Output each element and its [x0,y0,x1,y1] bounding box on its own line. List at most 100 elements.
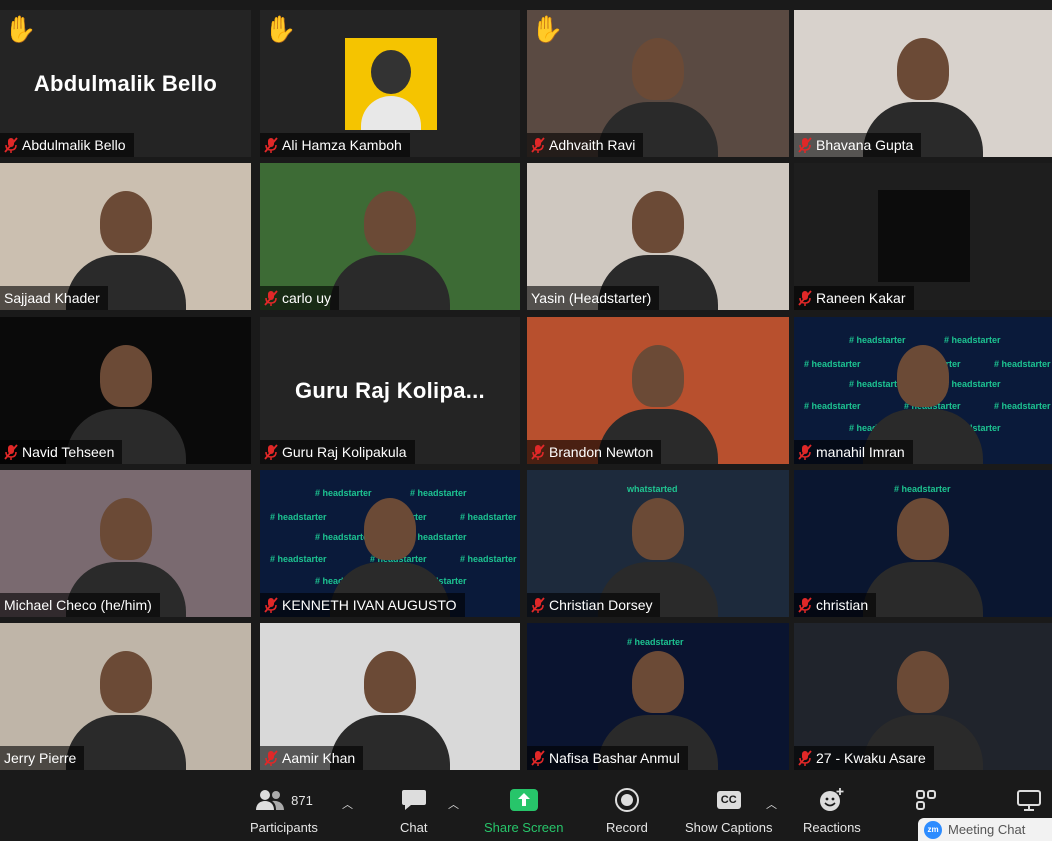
background-text: # headstarter [994,401,1051,411]
participant-tile[interactable]: whatstarted Christian Dorsey [527,470,789,617]
participant-name-bar: Ali Hamza Kamboh [260,133,410,157]
background-text: # headstarter [460,554,517,564]
mic-muted-icon [4,137,18,153]
participant-name: Yasin (Headstarter) [531,290,652,306]
chat-chevron-up-icon[interactable]: ︿ [448,796,459,812]
reactions-button[interactable]: Reactions [803,784,861,835]
participant-name-bar: Brandon Newton [527,440,662,464]
background-text: # headstarter [410,532,467,542]
participant-name-bar: Michael Checo (he/him) [0,593,160,617]
background-text: # headstarter [270,554,327,564]
participant-tile[interactable]: ✋ Ali Hamza Kamboh [260,10,520,157]
background-text: # headstarter [410,488,467,498]
mic-muted-icon [531,597,545,613]
background-text: # headstarter [944,335,1001,345]
whiteboard-button[interactable] [1016,784,1042,816]
person-silhouette [632,38,684,100]
participant-tile[interactable]: Aamir Khan [260,623,520,770]
video-grid: Abdulmalik Bello ✋ Abdulmalik Bello ✋ Ali Ha… [0,0,1052,772]
participant-display-name: Guru Raj Kolipa... [295,377,485,403]
mic-muted-icon [798,290,812,306]
participant-name: Adhvaith Ravi [549,137,636,153]
raised-hand-icon: ✋ [264,14,297,44]
share-screen-icon [509,789,538,811]
participant-name-bar: Jerry Pierre [0,746,85,770]
mic-muted-icon [264,290,278,306]
participant-name-bar: Aamir Khan [260,746,364,770]
person-silhouette [364,191,416,253]
participant-name-bar: Nafisa Bashar Anmul [527,746,688,770]
participant-display-name: Abdulmalik Bello [33,70,218,96]
participant-tile[interactable]: # headstarter # headstarter # headstarter #… [260,470,520,617]
participant-name: Michael Checo (he/him) [4,597,152,613]
participant-name-bar: Sajjaad Khader [0,286,108,310]
person-silhouette [897,651,949,713]
participant-tile[interactable]: # headstarter christian [794,470,1052,617]
participant-name: Jerry Pierre [4,750,77,766]
smiley-plus-icon [819,788,844,811]
meeting-toolbar: 871 Participants ︿ Chat ︿ Share Screen R… [0,772,1052,841]
record-button[interactable]: Record [606,784,648,835]
participant-name-bar: KENNETH IVAN AUGUSTO [260,593,465,617]
mic-muted-icon [798,750,812,766]
participants-button[interactable]: 871 Participants [250,784,318,835]
zoom-logo-icon: zm [924,820,942,839]
participant-tile[interactable]: Abdulmalik Bello ✋ Abdulmalik Bello [0,10,251,157]
background-text: whatstarted [627,484,678,494]
mic-muted-icon [531,444,545,460]
participant-name: 27 - Kwaku Asare [816,750,926,766]
participant-tile[interactable]: ✋ Adhvaith Ravi [527,10,789,157]
apps-button[interactable] [915,784,937,816]
participant-name-bar: christian [794,593,877,617]
background-text: # headstarter [894,484,951,494]
participant-name: christian [816,597,869,613]
participant-tile[interactable]: Raneen Kakar [794,163,1052,310]
person-silhouette [897,345,949,407]
participant-name-bar: 27 - Kwaku Asare [794,746,934,770]
participant-tile[interactable]: Brandon Newton [527,317,789,464]
mic-muted-icon [531,750,545,766]
mic-muted-icon [264,597,278,613]
participant-tile[interactable]: Guru Raj Kolipa... Guru Raj Kolipakula [260,317,520,464]
participant-tile[interactable]: Bhavana Gupta [794,10,1052,157]
participant-tile[interactable]: carlo uy [260,163,520,310]
participant-name: Bhavana Gupta [816,137,914,153]
participant-name-bar: Raneen Kakar [794,286,914,310]
participants-label: Participants [250,820,318,835]
person-silhouette [99,191,152,253]
person-silhouette [364,651,416,713]
person-silhouette [632,651,684,713]
participant-tile[interactable]: 27 - Kwaku Asare [794,623,1052,770]
person-silhouette [897,38,949,100]
participant-tile[interactable]: # headstarter # headstarter # headstarter #… [794,317,1052,464]
participants-chevron-up-icon[interactable]: ︿ [342,796,353,812]
participant-name-bar: Adhvaith Ravi [527,133,644,157]
chat-icon [401,790,426,810]
participant-name: Navid Tehseen [22,444,115,460]
participant-name-bar: Bhavana Gupta [794,133,922,157]
avatar [345,38,437,130]
participant-tile[interactable]: # headstarter Nafisa Bashar Anmul [527,623,789,770]
participant-name: Ali Hamza Kamboh [282,137,402,153]
participants-count: 871 [291,792,313,808]
participant-tile[interactable]: Yasin (Headstarter) [527,163,789,310]
background-text: # headstarter [627,637,684,647]
participant-name: manahil Imran [816,444,905,460]
participant-tile[interactable]: Michael Checo (he/him) [0,470,251,617]
participant-tile[interactable]: Jerry Pierre [0,623,251,770]
person-silhouette [632,345,684,407]
person-silhouette [364,498,416,560]
show-captions-label: Show Captions [685,820,773,835]
background-text: # headstarter [270,512,327,522]
meeting-chat-popup[interactable]: zm Meeting Chat [918,818,1052,841]
mic-muted-icon [264,137,278,153]
background-text: # headstarter [944,379,1001,389]
share-screen-button[interactable]: Share Screen [484,784,564,835]
show-captions-button[interactable]: CC Show Captions [685,784,772,835]
participant-tile[interactable]: Navid Tehseen [0,317,251,464]
participant-tile[interactable]: Sajjaad Khader [0,163,251,310]
chat-button[interactable]: Chat [400,784,427,835]
captions-chevron-up-icon[interactable]: ︿ [766,796,777,812]
participant-name: KENNETH IVAN AUGUSTO [282,597,457,613]
participant-name-bar: Guru Raj Kolipakula [260,440,415,464]
